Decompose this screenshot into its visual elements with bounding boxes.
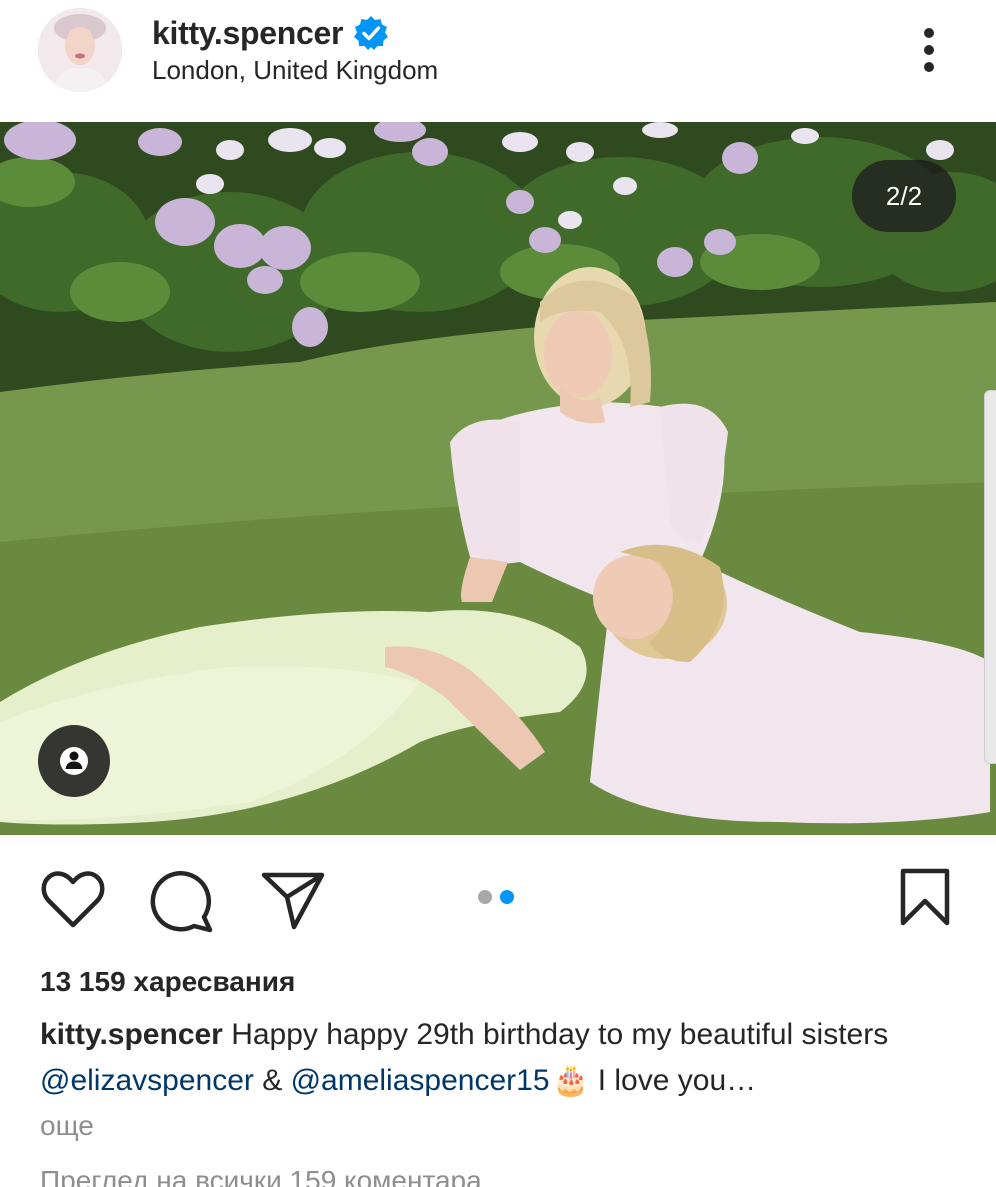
caption-text-1: Happy happy 29th birthday to my beautifu… — [222, 1018, 889, 1051]
caption: kitty.spencer Happy happy 29th birthday … — [40, 1012, 960, 1104]
slide-counter: 2/2 — [852, 160, 956, 232]
comment-icon[interactable] — [150, 869, 216, 938]
bookmark-icon[interactable] — [898, 867, 952, 932]
user-tag-icon[interactable] — [38, 725, 110, 797]
heart-icon[interactable] — [40, 871, 106, 934]
birthday-cake-emoji: 🎂 — [552, 1064, 590, 1097]
scrollbar-handle[interactable] — [984, 390, 996, 764]
caption-username[interactable]: kitty.spencer — [40, 1018, 223, 1051]
carousel-dot-1 — [478, 890, 492, 904]
username-row: kitty.spencer — [152, 12, 389, 54]
avatar[interactable] — [38, 8, 122, 92]
likes-count[interactable]: 13 159 харесвания — [40, 966, 295, 998]
mention-ameliaspencer15[interactable]: @ameliaspencer15 — [291, 1064, 550, 1097]
carousel-dot-2-active — [500, 890, 514, 904]
view-all-comments-link[interactable]: Преглед на всички 159 коментара — [40, 1165, 482, 1187]
more-vertical-icon[interactable] — [908, 22, 952, 78]
send-icon[interactable] — [260, 869, 326, 936]
username[interactable]: kitty.spencer — [152, 15, 343, 52]
location-link[interactable]: London, United Kingdom — [152, 55, 438, 86]
verified-badge-icon — [353, 15, 389, 51]
caption-more-link[interactable]: още — [40, 1110, 94, 1142]
post-image[interactable]: 2/2 — [0, 122, 996, 835]
mention-elizavspencer[interactable]: @elizavspencer — [40, 1064, 254, 1097]
carousel-indicator — [478, 890, 514, 904]
caption-text-3: I love you… — [589, 1064, 757, 1097]
instagram-post: kitty.spencer London, United Kingdom 2/2… — [0, 0, 996, 1187]
caption-text-2: & — [253, 1064, 291, 1097]
post-header: kitty.spencer London, United Kingdom — [0, 0, 996, 122]
